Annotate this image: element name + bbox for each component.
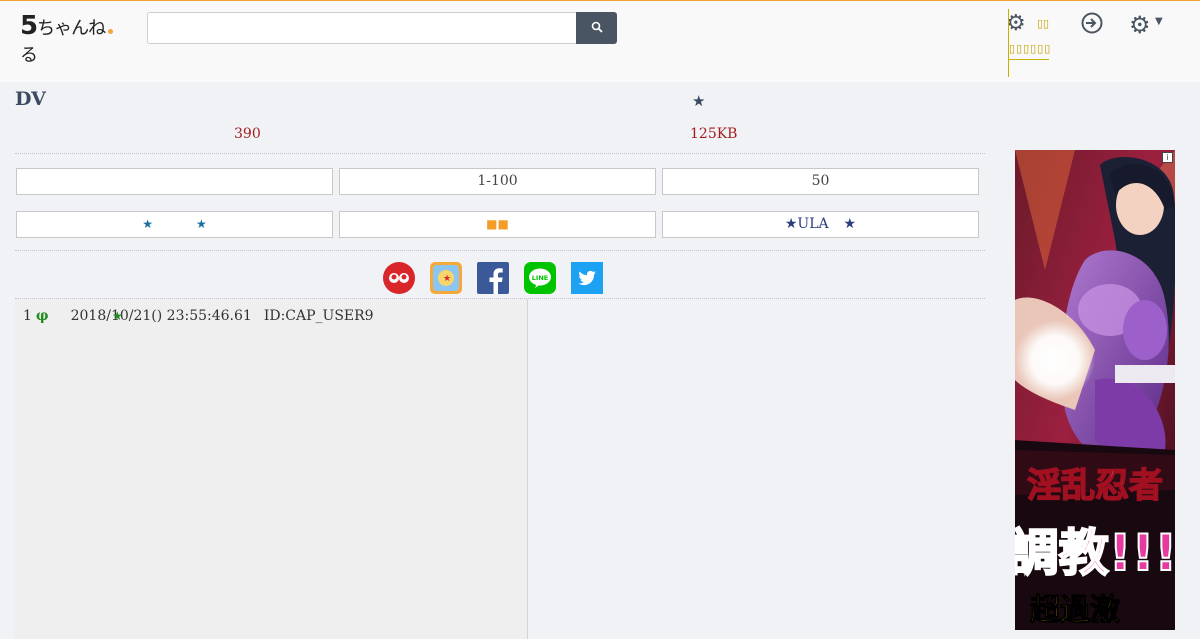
login-icon[interactable] bbox=[1080, 11, 1104, 41]
popup-sub-label: ▯▯▯▯▯▯ bbox=[1009, 42, 1052, 55]
post-number[interactable]: 1 bbox=[23, 308, 32, 324]
advertisement-banner[interactable]: 淫乱忍者 調教!!! 超過激 i bbox=[1015, 150, 1175, 630]
ad-image: 淫乱忍者 調教!!! 超過激 bbox=[1015, 150, 1175, 630]
chevron-down-icon[interactable]: ▼ bbox=[1155, 16, 1163, 27]
search-input[interactable] bbox=[147, 12, 577, 44]
nav-button-row2-middle[interactable]: ■■ bbox=[339, 211, 656, 238]
search-icon bbox=[591, 21, 603, 33]
thread-size: 125KB bbox=[690, 126, 738, 142]
post-id[interactable]: ID:CAP_USER9 bbox=[264, 308, 374, 324]
top-bar: 5ちゃんねる ⚙ ▯▯ ▯▯▯▯▯▯ ⚙ ▼ bbox=[0, 0, 1200, 82]
ad-headline-1: 淫乱忍者 bbox=[1027, 466, 1163, 506]
nav-button-all[interactable] bbox=[16, 168, 333, 195]
ad-headline-3: 超過激 bbox=[1030, 593, 1120, 628]
nav-button-label: ★ULA bbox=[784, 216, 829, 232]
search-button[interactable] bbox=[576, 12, 617, 44]
logo-text: 5ちゃんねる bbox=[20, 11, 106, 66]
svg-text:★: ★ bbox=[443, 274, 451, 284]
divider bbox=[15, 250, 985, 251]
post-author: φ bbox=[35, 308, 49, 324]
nav-button-first-100[interactable]: 1-100 bbox=[339, 168, 656, 195]
star-icon: ★ bbox=[142, 217, 154, 231]
post-star-icon: ★ bbox=[112, 309, 123, 323]
nav-button-latest-50[interactable]: 50 bbox=[662, 168, 979, 195]
logo-dot bbox=[108, 29, 113, 34]
bookmark-icon[interactable]: ★ bbox=[430, 262, 462, 294]
thread-title: DV bbox=[15, 88, 46, 110]
star-icon: ★ bbox=[843, 216, 857, 232]
site-logo[interactable]: 5ちゃんねる bbox=[20, 11, 120, 66]
orange-squares-icon: ■■ bbox=[486, 217, 509, 231]
ad-headline-2: 調教!!! bbox=[1015, 524, 1175, 582]
facebook-icon[interactable] bbox=[477, 262, 509, 294]
twitter-icon[interactable] bbox=[571, 262, 603, 294]
svg-text:LINE: LINE bbox=[532, 274, 548, 282]
popup-divider bbox=[1009, 59, 1049, 60]
nav-button-row2-right[interactable]: ★ULA ★ bbox=[662, 211, 979, 238]
nav-button-row2-left[interactable]: ★ ★ bbox=[16, 211, 333, 238]
ad-info-icon[interactable]: i bbox=[1162, 152, 1173, 163]
2ch-icon[interactable] bbox=[383, 262, 415, 294]
post-header: 1 φ 2018/10/21() 23:55:46.61 ID:CAP_USER9 bbox=[23, 308, 374, 324]
title-star-icon: ★ bbox=[692, 92, 706, 110]
star-icon: ★ bbox=[195, 217, 207, 231]
settings-icon[interactable]: ⚙ bbox=[1129, 11, 1151, 39]
post-date: 2018/10/21() 23:55:46.61 bbox=[70, 308, 252, 324]
menu-popup: ▯▯ ▯▯▯▯▯▯ bbox=[1008, 9, 1061, 77]
divider bbox=[15, 153, 985, 154]
popup-label: ▯▯ bbox=[1037, 17, 1050, 30]
post-list: 1 φ 2018/10/21() 23:55:46.61 ID:CAP_USER9 ★ bbox=[15, 299, 528, 639]
response-count: 390 bbox=[234, 126, 261, 142]
line-icon[interactable]: LINE bbox=[524, 262, 556, 294]
